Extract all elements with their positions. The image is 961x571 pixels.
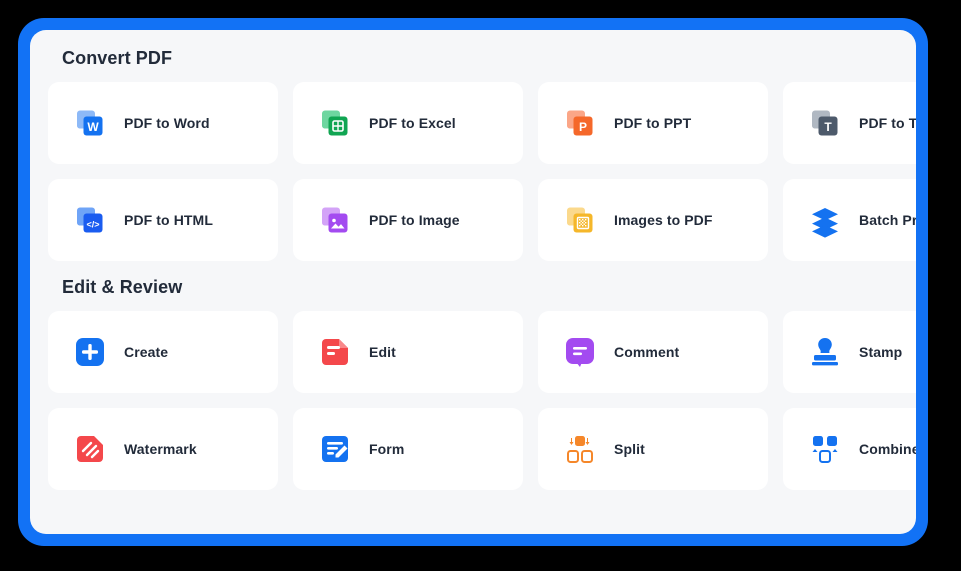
tool-card[interactable]: Stamp	[783, 311, 916, 393]
tool-card-label: PDF to Excel	[369, 115, 456, 131]
tool-grid-convert-pdf: W PDF to Word PDF to Excel P PDF to PPT T PDF …	[48, 82, 916, 261]
svg-text:T: T	[824, 120, 832, 134]
tool-card[interactable]: Form	[293, 408, 523, 490]
tool-card[interactable]: Batch Process	[783, 179, 916, 261]
tool-card[interactable]: PDF to Excel	[293, 82, 523, 164]
tool-card-label: Combine	[859, 441, 916, 457]
tool-card[interactable]: W PDF to Word	[48, 82, 278, 164]
section-edit-review: Edit & Review Create Edit Comment Stamp Wate…	[48, 277, 916, 490]
tool-card[interactable]: Create	[48, 311, 278, 393]
svg-text:W: W	[87, 120, 99, 134]
tool-card[interactable]: T PDF to TXT	[783, 82, 916, 164]
tool-card[interactable]: P PDF to PPT	[538, 82, 768, 164]
comment-icon	[562, 334, 598, 370]
tool-card-label: PDF to HTML	[124, 212, 213, 228]
combine-icon	[807, 431, 843, 467]
tool-card[interactable]: Split	[538, 408, 768, 490]
pdf-to-word-icon: W	[72, 105, 108, 141]
tool-card-label: Images to PDF	[614, 212, 713, 228]
tool-card-label: Batch Process	[859, 212, 916, 228]
pdf-to-ppt-icon: P	[562, 105, 598, 141]
tool-card[interactable]: Comment	[538, 311, 768, 393]
section-title-edit-review: Edit & Review	[62, 277, 183, 297]
tool-card-label: Split	[614, 441, 645, 457]
svg-text:P: P	[579, 120, 587, 134]
tool-card[interactable]: Images to PDF	[538, 179, 768, 261]
watermark-icon	[72, 431, 108, 467]
tool-card-label: Create	[124, 344, 169, 360]
stamp-icon	[807, 334, 843, 370]
tool-card-label: PDF to Word	[124, 115, 210, 131]
split-icon	[562, 431, 598, 467]
pdf-to-image-icon	[317, 202, 353, 238]
pdf-to-excel-icon	[317, 105, 353, 141]
tool-card-label: Comment	[614, 344, 680, 360]
pdf-to-html-icon: </>	[72, 202, 108, 238]
tool-card-label: Stamp	[859, 344, 903, 360]
tool-card-label: Form	[369, 441, 405, 457]
pdf-to-txt-icon: T	[807, 105, 843, 141]
tool-card[interactable]: Edit	[293, 311, 523, 393]
tool-grid-edit-review: Create Edit Comment Stamp Watermark Form Split…	[48, 311, 916, 490]
tool-card-label: PDF to Image	[369, 212, 460, 228]
svg-text:</>: </>	[86, 220, 99, 230]
tool-card[interactable]: Combine	[783, 408, 916, 490]
tool-card[interactable]: </> PDF to HTML	[48, 179, 278, 261]
section-convert-pdf: Convert PDF W PDF to Word PDF to Excel P PDF…	[48, 48, 916, 261]
tool-card[interactable]: Watermark	[48, 408, 278, 490]
tool-card[interactable]: PDF to Image	[293, 179, 523, 261]
tool-card-label: PDF to TXT	[859, 115, 916, 131]
section-title-convert-pdf: Convert PDF	[62, 48, 173, 68]
form-icon	[317, 431, 353, 467]
tool-card-label: PDF to PPT	[614, 115, 692, 131]
tool-card-label: Edit	[369, 344, 396, 360]
tools-panel: Convert PDF W PDF to Word PDF to Excel P PDF…	[30, 30, 916, 534]
edit-icon	[317, 334, 353, 370]
tool-card-label: Watermark	[124, 441, 197, 457]
images-to-pdf-icon	[562, 202, 598, 238]
create-icon	[72, 334, 108, 370]
batch-process-icon	[807, 202, 843, 238]
app-window-frame: Convert PDF W PDF to Word PDF to Excel P PDF…	[18, 18, 928, 546]
